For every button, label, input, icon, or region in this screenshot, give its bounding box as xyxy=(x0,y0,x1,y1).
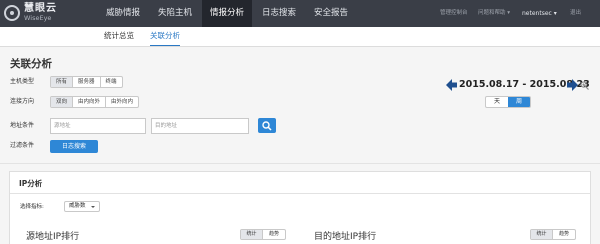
search-icon xyxy=(262,120,272,131)
tab-stats-overview[interactable]: 统计总览 xyxy=(104,27,134,46)
direction-group: 双向 由内向外 由外向内 xyxy=(50,96,140,108)
source-ranking-toggle: 统计 趋势 xyxy=(240,229,286,240)
tab-correlation-analysis[interactable]: 关联分析 xyxy=(150,27,180,46)
period-toggle: 天 周 xyxy=(485,96,531,108)
top-navbar: 慧眼云 WiseEye 威胁情报 失陷主机 情报分析 日志搜索 安全报告 管理控… xyxy=(0,0,600,27)
zoom-icon[interactable] xyxy=(580,81,589,90)
nav-security-report[interactable]: 安全报告 xyxy=(306,0,356,27)
address-label: 地址条件 xyxy=(10,122,35,129)
host-type-label: 主机类型 xyxy=(10,78,35,85)
logout-link[interactable]: 退出 xyxy=(570,0,581,27)
dest-ranking-toggle: 统计 趋势 xyxy=(530,229,576,240)
host-type-server[interactable]: 服务器 xyxy=(73,77,101,87)
admin-console-link[interactable]: 管理控制台 xyxy=(440,0,468,27)
chevron-down-icon: ▾ xyxy=(551,10,557,17)
direction-label: 连接方向 xyxy=(10,98,35,105)
brand-name-cn: 慧眼云 xyxy=(24,3,57,14)
help-label: 问题和帮助 xyxy=(478,10,506,16)
username: netentsec xyxy=(522,10,552,17)
chevron-down-icon: ▾ xyxy=(505,10,511,16)
host-type-terminal[interactable]: 终端 xyxy=(101,77,122,87)
direction-inbound[interactable]: 由外向内 xyxy=(106,97,138,107)
period-day[interactable]: 天 xyxy=(486,97,508,107)
search-button[interactable] xyxy=(258,118,276,133)
source-address-input[interactable]: 源地址 xyxy=(50,118,146,134)
nav-log-search[interactable]: 日志搜索 xyxy=(254,0,304,27)
prev-period-icon[interactable] xyxy=(446,79,457,91)
section-divider xyxy=(0,163,600,164)
source-ip-ranking-title: 源地址IP排行 xyxy=(26,232,80,242)
help-menu[interactable]: 问题和帮助 ▾ xyxy=(478,0,510,27)
metric-value: 威胁数 xyxy=(69,203,86,209)
logo-eye-icon xyxy=(4,5,20,21)
source-stats-button[interactable]: 统计 xyxy=(241,230,263,239)
source-trend-button[interactable]: 趋势 xyxy=(263,230,285,239)
direction-both[interactable]: 双向 xyxy=(51,97,74,107)
period-week[interactable]: 周 xyxy=(508,97,530,107)
next-period-icon[interactable] xyxy=(567,79,578,91)
page-title: 关联分析 xyxy=(10,58,52,70)
dest-stats-button[interactable]: 统计 xyxy=(531,230,553,239)
dest-trend-button[interactable]: 趋势 xyxy=(553,230,575,239)
dest-ip-ranking-title: 目的地址IP排行 xyxy=(314,232,377,242)
filter-cond-label: 过滤条件 xyxy=(10,142,35,149)
chevron-down-icon xyxy=(91,206,95,208)
nav-threat-intel[interactable]: 威胁情报 xyxy=(98,0,148,27)
user-menu[interactable]: netentsec ▾ xyxy=(522,0,557,27)
host-type-group: 所有 服务器 终端 xyxy=(50,76,123,88)
logo[interactable]: 慧眼云 WiseEye xyxy=(4,3,84,24)
ip-analysis-panel: IP分析 选择指标: 威胁数 源地址IP排行 统计 趋势 目的地址IP排行 统计… xyxy=(9,171,591,244)
sub-navbar: 统计总览 关联分析 xyxy=(0,27,600,47)
panel-title: IP分析 xyxy=(19,179,43,188)
log-search-button[interactable]: 日志搜索 xyxy=(50,140,98,153)
dest-address-input[interactable]: 目的地址 xyxy=(151,118,249,134)
host-type-all[interactable]: 所有 xyxy=(51,77,74,87)
brand-name-en: WiseEye xyxy=(24,14,52,22)
nav-compromised-hosts[interactable]: 失陷主机 xyxy=(150,0,200,27)
date-range: 2015.08.17 - 2015.08.23 xyxy=(446,78,590,92)
direction-outbound[interactable]: 由内向外 xyxy=(73,97,107,107)
metric-label: 选择指标: xyxy=(20,204,44,210)
metric-select[interactable]: 威胁数 xyxy=(64,201,100,212)
panel-header: IP分析 xyxy=(10,172,590,194)
nav-intel-analysis[interactable]: 情报分析 xyxy=(202,0,252,27)
